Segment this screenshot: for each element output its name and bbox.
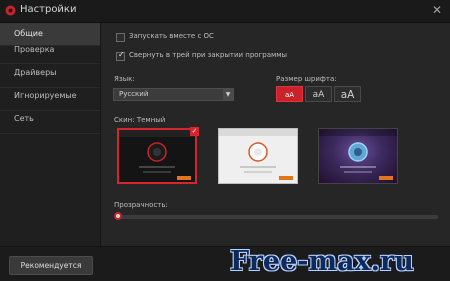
opacity-label: Прозрачность:	[114, 201, 168, 209]
checkmark-icon: ✓	[118, 50, 125, 59]
font-size-medium-button[interactable]: aA	[305, 86, 332, 102]
font-size-label: Размер шрифта:	[276, 75, 337, 83]
skin-label: Скин: Темный	[114, 116, 166, 124]
selected-check-icon: ✓	[190, 127, 199, 136]
app-logo-icon	[5, 5, 16, 16]
sidebar-item-drivers[interactable]: Драйверы	[0, 62, 100, 84]
startup-checkbox[interactable]	[116, 33, 125, 42]
tray-label: Свернуть в трей при закрытии программы	[129, 51, 288, 59]
skin-purple-thumbnail[interactable]	[318, 128, 398, 184]
language-select[interactable]: Русский ▼	[113, 88, 234, 101]
skin-dark-thumbnail[interactable]	[117, 128, 197, 184]
language-label: Язык:	[114, 75, 135, 83]
sidebar-item-ignored[interactable]: Игнорируемые	[0, 85, 100, 107]
settings-window: Настройки ✕ Общие Проверка Драйверы Игно…	[0, 0, 450, 281]
startup-label: Запускать вместе с ОС	[129, 32, 214, 40]
title-bar: Настройки ✕	[0, 0, 450, 23]
font-size-small-button[interactable]: aA	[276, 86, 303, 102]
tray-checkbox[interactable]: ✓	[116, 50, 125, 61]
language-value: Русский	[119, 90, 149, 98]
dark-skin-preview	[119, 130, 195, 180]
opacity-slider-track[interactable]	[118, 215, 438, 219]
watermark-text: Free-max.ru	[230, 246, 414, 277]
purple-skin-preview	[319, 129, 397, 180]
close-icon[interactable]: ✕	[432, 3, 442, 17]
light-skin-preview	[219, 129, 297, 180]
chevron-down-icon: ▼	[223, 89, 233, 100]
skin-light-thumbnail[interactable]	[218, 128, 298, 184]
window-title: Настройки	[20, 4, 77, 15]
opacity-slider-handle[interactable]	[114, 212, 122, 220]
sidebar-item-network[interactable]: Сеть	[0, 108, 100, 130]
sidebar-item-scan[interactable]: Проверка	[0, 39, 100, 61]
sidebar-divider	[0, 133, 100, 134]
recommended-button[interactable]: Рекомендуется	[9, 256, 93, 275]
sidebar: Общие Проверка Драйверы Игнорируемые Сет…	[0, 23, 101, 280]
font-size-large-button[interactable]: aA	[334, 86, 361, 102]
